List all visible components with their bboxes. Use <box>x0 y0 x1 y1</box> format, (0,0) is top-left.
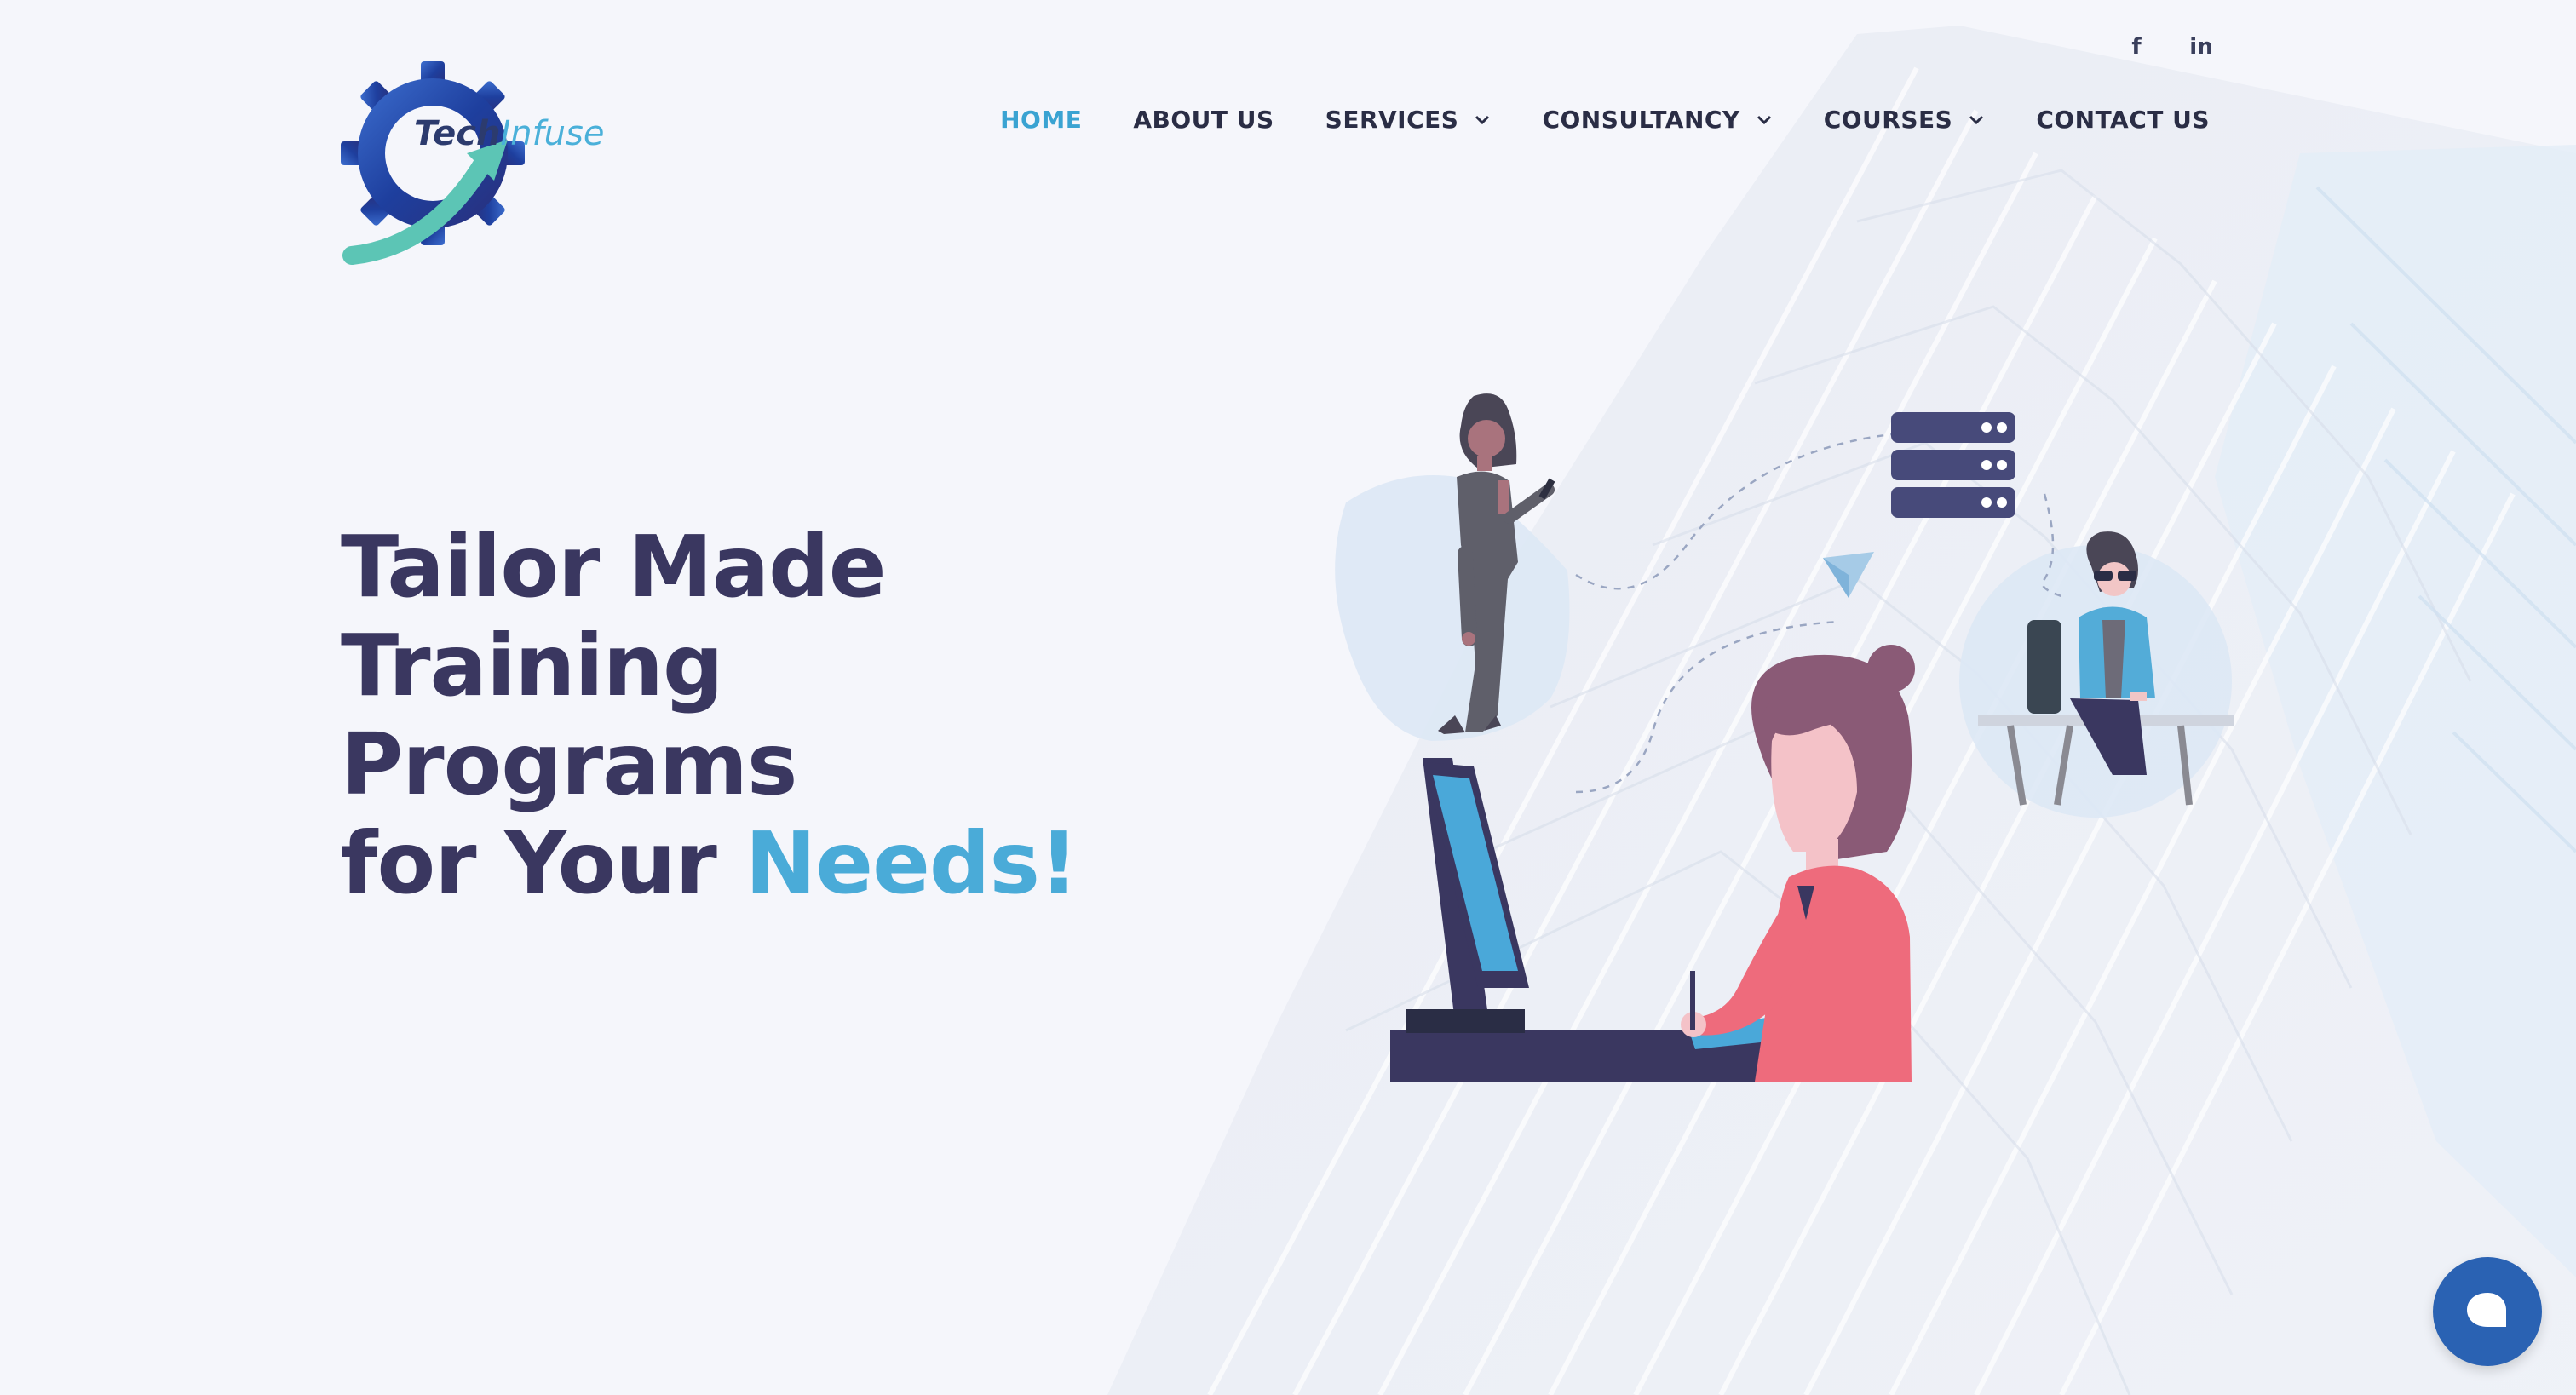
linkedin-icon[interactable]: in <box>2186 34 2217 60</box>
techinfuse-logo[interactable]: TechInfuse <box>339 58 620 271</box>
hero-line-3-prefix: for Your <box>341 813 745 913</box>
nav-item-label: CONSULTANCY <box>1542 106 1740 134</box>
logo-wordmark: TechInfuse <box>414 114 604 153</box>
nav-item-label: SERVICES <box>1325 106 1459 134</box>
chevron-down-icon <box>1757 115 1771 124</box>
social-links: f in <box>2121 34 2217 60</box>
hero-line-3-accent: Needs! <box>745 813 1078 913</box>
nav-item-services[interactable]: SERVICES <box>1325 106 1492 134</box>
paper-plane-icon <box>1823 552 1874 598</box>
chevron-down-icon <box>1475 115 1490 124</box>
nav-item-label: CONTACT US <box>2036 106 2210 134</box>
main-nav: HOME ABOUT US SERVICES CONSULTANCY COURS… <box>949 106 2210 134</box>
nav-item-contact-us[interactable]: CONTACT US <box>2036 106 2210 134</box>
facebook-icon[interactable]: f <box>2121 34 2152 60</box>
hero-line-1: Tailor Made Training <box>341 517 887 715</box>
hero-line-2: Programs <box>341 715 797 814</box>
blob-shape-left <box>1335 475 1570 741</box>
nav-item-consultancy[interactable]: CONSULTANCY <box>1542 106 1772 134</box>
nav-item-label: COURSES <box>1823 106 1953 134</box>
hero-illustration <box>1335 393 2234 1082</box>
nav-item-about-us[interactable]: ABOUT US <box>1133 106 1274 134</box>
server-stack-icon <box>1891 412 2015 518</box>
hero-heading: Tailor Made Training Programs for Your N… <box>341 518 1278 913</box>
nav-item-label: HOME <box>1000 106 1083 134</box>
nav-item-courses[interactable]: COURSES <box>1824 106 1986 134</box>
chevron-down-icon <box>1969 115 1984 124</box>
logo-text-infuse: Infuse <box>500 114 605 153</box>
chat-bubble-icon <box>2467 1293 2506 1327</box>
chat-widget-button[interactable] <box>2433 1257 2542 1366</box>
logo-text-tech: Tech <box>414 114 501 153</box>
nav-item-home[interactable]: HOME <box>1000 106 1082 134</box>
nav-item-label: ABOUT US <box>1133 106 1274 134</box>
gear-logo-icon <box>341 61 525 265</box>
